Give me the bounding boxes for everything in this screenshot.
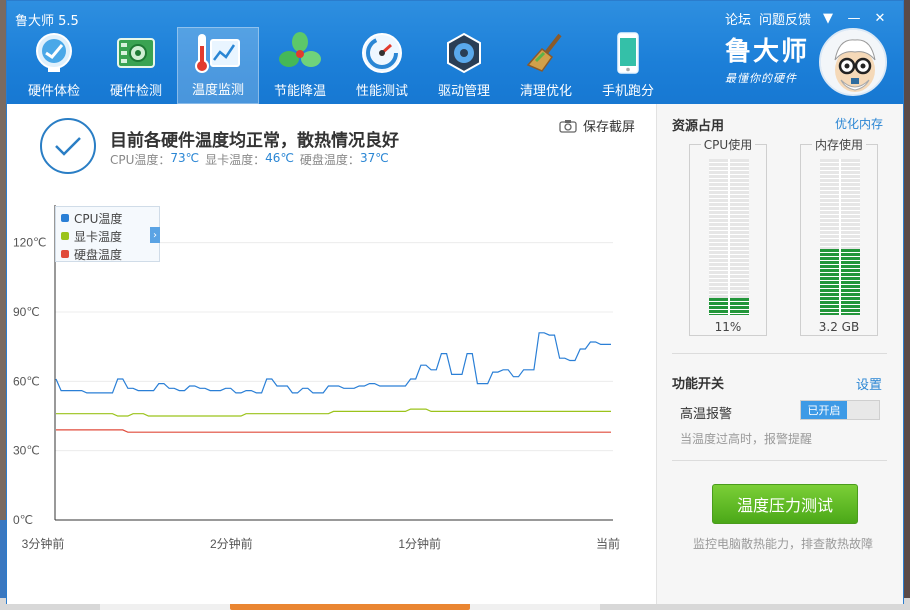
tool-hardware-check[interactable]: 硬件体检	[13, 27, 95, 104]
high-temp-alarm-toggle[interactable]: 已开启	[800, 400, 880, 420]
legend-collapse-icon[interactable]: ›	[150, 227, 160, 243]
legend-swatch	[61, 232, 69, 240]
stress-test-button[interactable]: 温度压力测试	[712, 484, 858, 524]
stress-test-description: 监控电脑散热能力，排查散热故障	[693, 537, 874, 551]
section-divider	[672, 460, 887, 461]
series-line-1	[56, 408, 611, 417]
legend-item-cpu: CPU温度	[61, 209, 159, 227]
tool-label: 清理优化	[519, 84, 572, 99]
tool-clean-optimize[interactable]: 清理优化	[505, 27, 587, 104]
x-tick-label: 1分钟前	[398, 536, 441, 551]
temperature-panel: 目前各硬件温度均正常，散热情况良好 CPU温度： 73℃ 显卡温度： 46℃ 硬…	[7, 104, 656, 604]
right-sidebar: 资源占用 优化内存 CPU使用 11% 内存使用 3.2 GB 功能开关 设置 …	[656, 104, 903, 604]
alarm-description: 当温度过高时，报警提醒	[680, 432, 813, 446]
status-ok-icon	[40, 118, 96, 174]
tool-temperature-monitor[interactable]: 温度监测	[177, 27, 259, 104]
gauge-divider	[728, 159, 730, 315]
memory-usage-gauge: 内存使用 3.2 GB	[800, 138, 878, 336]
speedometer-icon	[359, 30, 405, 76]
main-toolbar: 硬件体检 硬件检测 温度监测 节能降温 性能测试 驱动管理 清理优化 手机跑分	[13, 27, 669, 104]
tool-hardware-detect[interactable]: 硬件检测	[95, 27, 177, 104]
save-screenshot-label: 保存截屏	[583, 120, 636, 135]
tool-energy-cooling[interactable]: 节能降温	[259, 27, 341, 104]
menu-icon[interactable]: ▼	[819, 10, 837, 28]
monitor-icon	[31, 30, 77, 76]
legend-swatch	[61, 250, 69, 258]
cpu-gauge-bar	[709, 159, 749, 315]
tool-label: 温度监测	[191, 83, 244, 98]
brand-logo: 鲁大师 最懂你的硬件	[725, 31, 809, 86]
tool-label: 性能测试	[355, 84, 408, 99]
y-tick-label: 30℃	[13, 444, 40, 458]
series-line-0	[55, 332, 611, 394]
cpu-usage-gauge: CPU使用 11%	[689, 138, 767, 336]
x-tick-label: 当前	[596, 536, 620, 551]
tool-label: 硬件体检	[27, 84, 80, 99]
status-temperatures: CPU温度： 73℃ 显卡温度： 46℃ 硬盘温度： 37℃	[110, 151, 389, 168]
brand-name: 鲁大师	[725, 37, 810, 67]
cpu-temp-value: 73℃	[170, 151, 200, 165]
legend-item-disk: 硬盘温度	[61, 245, 159, 263]
y-tick-label: 120℃	[13, 236, 47, 250]
gpu-temp-label: 显卡温度：	[205, 153, 266, 167]
thermometer-chart-icon	[195, 29, 241, 75]
mem-gauge-label-text: 内存使用	[811, 138, 866, 152]
x-tick-label: 3分钟前	[22, 536, 65, 551]
cpu-temp-label: CPU温度：	[110, 153, 171, 167]
camera-icon	[559, 119, 577, 133]
legend-swatch	[61, 214, 69, 222]
feedback-link[interactable]: 问题反馈	[759, 9, 811, 28]
resources-title: 资源占用	[672, 119, 725, 134]
switches-title: 功能开关	[672, 377, 725, 392]
save-screenshot-button[interactable]: 保存截屏	[559, 116, 635, 135]
title-links: 论坛 问题反馈 ▼ — ✕	[725, 9, 889, 28]
desktop-background-right	[904, 0, 910, 610]
cpu-gauge-label-text: CPU使用	[700, 138, 756, 152]
gear-chip-icon	[441, 30, 487, 76]
optimize-memory-link[interactable]: 优化内存	[835, 115, 883, 132]
forum-link[interactable]: 论坛	[725, 9, 751, 28]
y-tick-label: 60℃	[13, 374, 40, 388]
tool-phone-benchmark[interactable]: 手机跑分	[587, 27, 669, 104]
high-temp-alarm-label: 高温报警	[680, 407, 733, 422]
gauge-divider	[839, 159, 841, 315]
tool-label: 硬件检测	[109, 84, 162, 99]
tool-performance-test[interactable]: 性能测试	[341, 27, 423, 104]
cpu-gauge-label: CPU使用	[690, 136, 766, 153]
legend-item-gpu: 显卡温度	[61, 227, 159, 245]
minimize-icon[interactable]: —	[845, 10, 863, 28]
y-tick-label: 90℃	[13, 305, 40, 319]
brand-slogan: 最懂你的硬件	[725, 72, 797, 85]
y-tick-label: 0℃	[13, 513, 33, 527]
memory-usage-value: 3.2 GB	[818, 320, 860, 334]
mascot-avatar	[819, 28, 887, 96]
title-bar: 鲁大师 5.5 论坛 问题反馈 ▼ — ✕ 硬件体检 硬件检测 温度监测 节能降…	[7, 1, 903, 104]
settings-link[interactable]: 设置	[856, 374, 882, 393]
circuit-board-icon	[113, 30, 159, 76]
disk-temp-label: 硬盘温度：	[299, 153, 360, 167]
gpu-temp-value: 46℃	[265, 151, 294, 165]
mem-gauge-bar	[820, 159, 860, 315]
phone-icon	[605, 30, 651, 76]
toggle-on-state: 已开启	[801, 401, 847, 419]
mem-gauge-label: 内存使用	[801, 136, 877, 153]
legend-label: 显卡温度	[74, 229, 123, 244]
chart-legend: CPU温度 显卡温度 硬盘温度	[55, 206, 160, 262]
legend-label: CPU温度	[74, 211, 123, 226]
series-line-2	[56, 429, 611, 433]
legend-label: 硬盘温度	[74, 247, 123, 262]
disk-temp-value: 37℃	[359, 151, 389, 165]
status-title: 目前各硬件温度均正常，散热情况良好	[110, 131, 399, 151]
fan-icon	[277, 30, 323, 76]
broom-icon	[523, 30, 569, 76]
app-window: 鲁大师 5.5 论坛 问题反馈 ▼ — ✕ 硬件体检 硬件检测 温度监测 节能降…	[6, 0, 904, 604]
tool-label: 驱动管理	[437, 84, 490, 99]
cpu-usage-value: 11%	[714, 320, 742, 334]
section-divider	[672, 353, 887, 354]
close-icon[interactable]: ✕	[871, 10, 889, 28]
tool-label: 手机跑分	[601, 84, 654, 99]
tool-driver-manager[interactable]: 驱动管理	[423, 27, 505, 104]
tool-label: 节能降温	[273, 84, 326, 99]
x-tick-label: 2分钟前	[210, 536, 253, 551]
